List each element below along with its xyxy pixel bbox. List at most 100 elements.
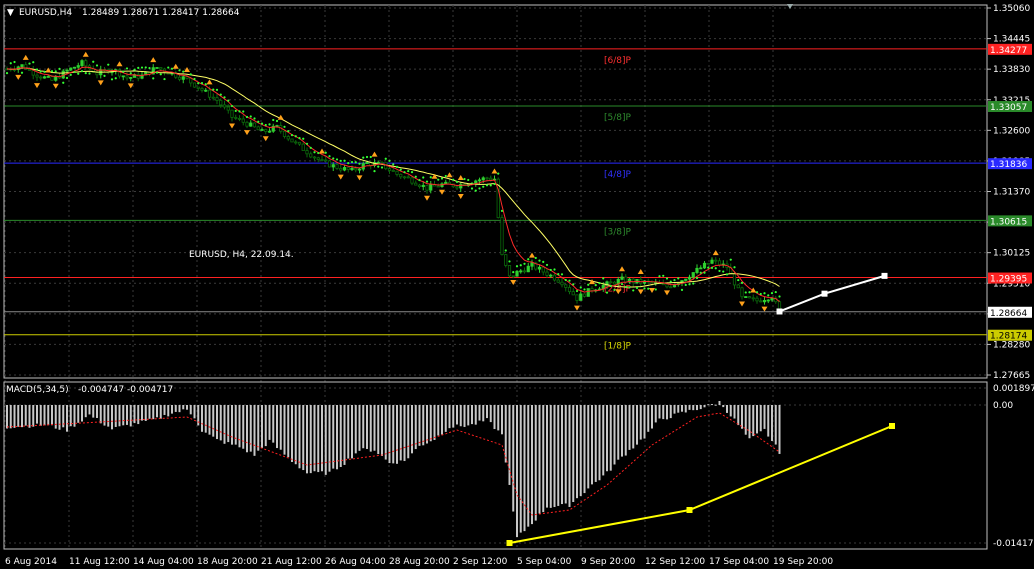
psar-dot <box>422 176 425 179</box>
psar-dot <box>65 76 69 80</box>
candle-body <box>522 270 527 273</box>
macd-histogram-bar <box>306 405 308 474</box>
macd-histogram-bar <box>639 405 642 440</box>
macd-histogram-bar <box>714 404 717 406</box>
candle-body <box>504 254 508 266</box>
psar-dot <box>54 70 57 73</box>
psar-dot <box>347 162 350 165</box>
macd-histogram-bar <box>137 405 140 425</box>
macd-histogram-bar <box>69 405 72 427</box>
time-tick-label: 9 Sep 20:00 <box>581 557 636 567</box>
candle-body <box>395 170 399 175</box>
psar-dot <box>534 256 537 260</box>
macd-histogram-bar <box>441 405 443 435</box>
candle-body <box>417 184 422 188</box>
psar-dot <box>778 295 781 298</box>
candle-body <box>406 176 410 179</box>
candle-body <box>282 130 287 137</box>
psar-dot <box>95 64 99 67</box>
macd-histogram-bar <box>474 405 477 425</box>
candle-body <box>219 100 223 106</box>
price-tick-label: 1.30125 <box>993 249 1030 259</box>
candle-body <box>436 185 440 188</box>
candle-body <box>35 74 39 78</box>
candle-body <box>429 184 433 191</box>
fractal-down-arrow <box>244 130 250 136</box>
psar-dot <box>523 262 526 265</box>
psar-dot <box>317 151 320 155</box>
psar-dot <box>20 71 24 74</box>
time-tick-label: 11 Aug 12:00 <box>69 557 130 567</box>
ema-line <box>6 66 780 302</box>
macd-histogram-bar <box>459 405 462 427</box>
candle-body <box>211 96 215 99</box>
chart-header-arrow[interactable]: ▼ <box>7 8 14 18</box>
macd-histogram-bar <box>774 405 777 445</box>
price-candles <box>5 58 782 312</box>
candle-body <box>196 86 200 89</box>
macd-indicator <box>6 400 895 546</box>
psar-dot <box>43 70 46 73</box>
time-tick-label: 6 Aug 2014 <box>5 557 57 567</box>
psar-dot <box>69 73 72 76</box>
psar-dot <box>594 284 597 287</box>
candle-body <box>507 265 512 277</box>
macd-histogram-bar <box>733 405 736 419</box>
candle-body <box>477 179 482 182</box>
psar-dot <box>339 159 342 162</box>
psar-dot <box>13 60 16 64</box>
psar-dot <box>767 294 770 297</box>
candle-body <box>200 88 204 91</box>
macd-histogram-bar <box>321 405 323 472</box>
psar-dot <box>170 67 174 70</box>
candle-body <box>76 65 80 68</box>
level-name: [5/8]P <box>604 113 632 123</box>
candle-body <box>695 267 699 273</box>
candle-body <box>256 126 260 131</box>
macd-histogram-bar <box>291 405 293 462</box>
psar-dot <box>103 74 106 77</box>
macd-histogram-bar <box>6 405 8 429</box>
candle-body <box>755 297 759 302</box>
psar-dot <box>313 151 316 154</box>
psar-dot <box>440 177 444 180</box>
psar-dot <box>238 110 241 113</box>
macd-histogram-bar <box>58 405 61 430</box>
psar-dot <box>343 159 346 162</box>
time-tick-label: 5 Sep 04:00 <box>517 557 572 567</box>
candle-body <box>249 122 253 127</box>
psar-dot <box>144 66 147 69</box>
macd-histogram-bar <box>722 405 725 408</box>
candle-body <box>237 118 242 120</box>
macd-histogram-bar <box>92 405 95 418</box>
macd-histogram-bar <box>598 405 601 481</box>
psar-dot <box>148 66 151 70</box>
candle-body <box>684 278 688 281</box>
candle-body <box>54 76 58 81</box>
candle-body <box>80 60 84 66</box>
trading-chart[interactable]: 1.350601.344451.338301.332151.326001.319… <box>0 0 1034 569</box>
macd-histogram-bar <box>542 405 545 513</box>
candle-body <box>747 296 752 299</box>
macd-histogram-bar <box>677 405 680 413</box>
fractal-down-arrow <box>52 83 59 89</box>
macd-histogram-bar <box>411 405 413 454</box>
macd-histogram-bar <box>729 405 732 417</box>
macd-histogram-bar <box>294 405 297 465</box>
macd-histogram-bar <box>343 405 346 465</box>
psar-dot <box>452 178 455 181</box>
macd-histogram-bar <box>388 405 391 464</box>
candle-body <box>691 272 695 278</box>
macd-histogram-bar <box>298 405 301 469</box>
psar-dot <box>32 61 35 64</box>
psar-dot <box>373 170 376 173</box>
candle-body <box>519 270 523 273</box>
psar-dot <box>489 184 492 187</box>
psar-dot <box>560 273 564 276</box>
chart-quote: 1.28489 1.28671 1.28417 1.28664 <box>82 8 240 18</box>
psar-dot <box>328 155 331 158</box>
candle-body <box>537 266 542 270</box>
psar-dot <box>624 285 627 289</box>
candle-body <box>766 299 770 302</box>
price-tick-label: 1.27665 <box>993 371 1030 381</box>
